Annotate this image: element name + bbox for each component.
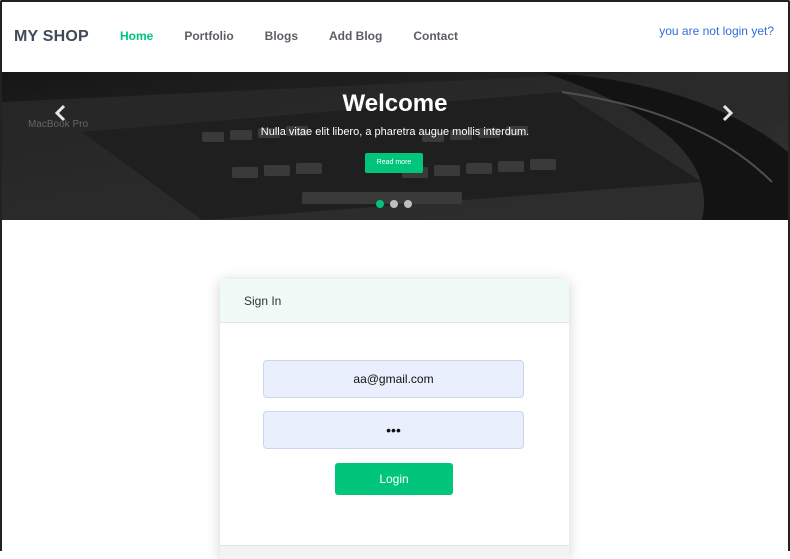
brand-logo[interactable]: MY SHOP (14, 28, 89, 46)
carousel-next-button[interactable] (720, 102, 734, 128)
carousel-subtitle: Nulla vitae elit libero, a pharetra augu… (260, 126, 530, 138)
nav-link-home[interactable]: Home (120, 29, 153, 43)
chevron-right-icon (722, 104, 734, 122)
signin-header: Sign In (220, 279, 569, 323)
signin-card: Sign In Login (220, 279, 569, 559)
nav-link-blogs[interactable]: Blogs (265, 29, 298, 43)
nav-link-contact[interactable]: Contact (413, 29, 458, 43)
signin-footer (220, 545, 569, 559)
login-status-link[interactable]: you are not login yet? (659, 24, 774, 38)
carousel-title: Welcome (342, 90, 448, 117)
signin-title: Sign In (244, 294, 282, 308)
nav-link-portfolio[interactable]: Portfolio (184, 29, 233, 43)
carousel-dot-2[interactable] (390, 200, 398, 208)
chevron-left-icon (54, 104, 66, 122)
navbar: MY SHOP Home Portfolio Blogs Add Blog Co… (2, 2, 788, 73)
email-field[interactable] (263, 360, 524, 398)
password-field[interactable] (263, 411, 524, 449)
login-button[interactable]: Login (335, 463, 453, 495)
nav-link-add-blog[interactable]: Add Blog (329, 29, 382, 43)
hero-carousel: MacBook Pro Welcome Nulla vitae elit lib… (2, 72, 788, 220)
carousel-prev-button[interactable] (54, 102, 68, 128)
carousel-indicators (376, 200, 418, 208)
carousel-dot-3[interactable] (404, 200, 412, 208)
carousel-dot-1[interactable] (376, 200, 384, 208)
nav-links: Home Portfolio Blogs Add Blog Contact (120, 29, 489, 43)
read-more-button[interactable]: Read more (365, 153, 423, 173)
